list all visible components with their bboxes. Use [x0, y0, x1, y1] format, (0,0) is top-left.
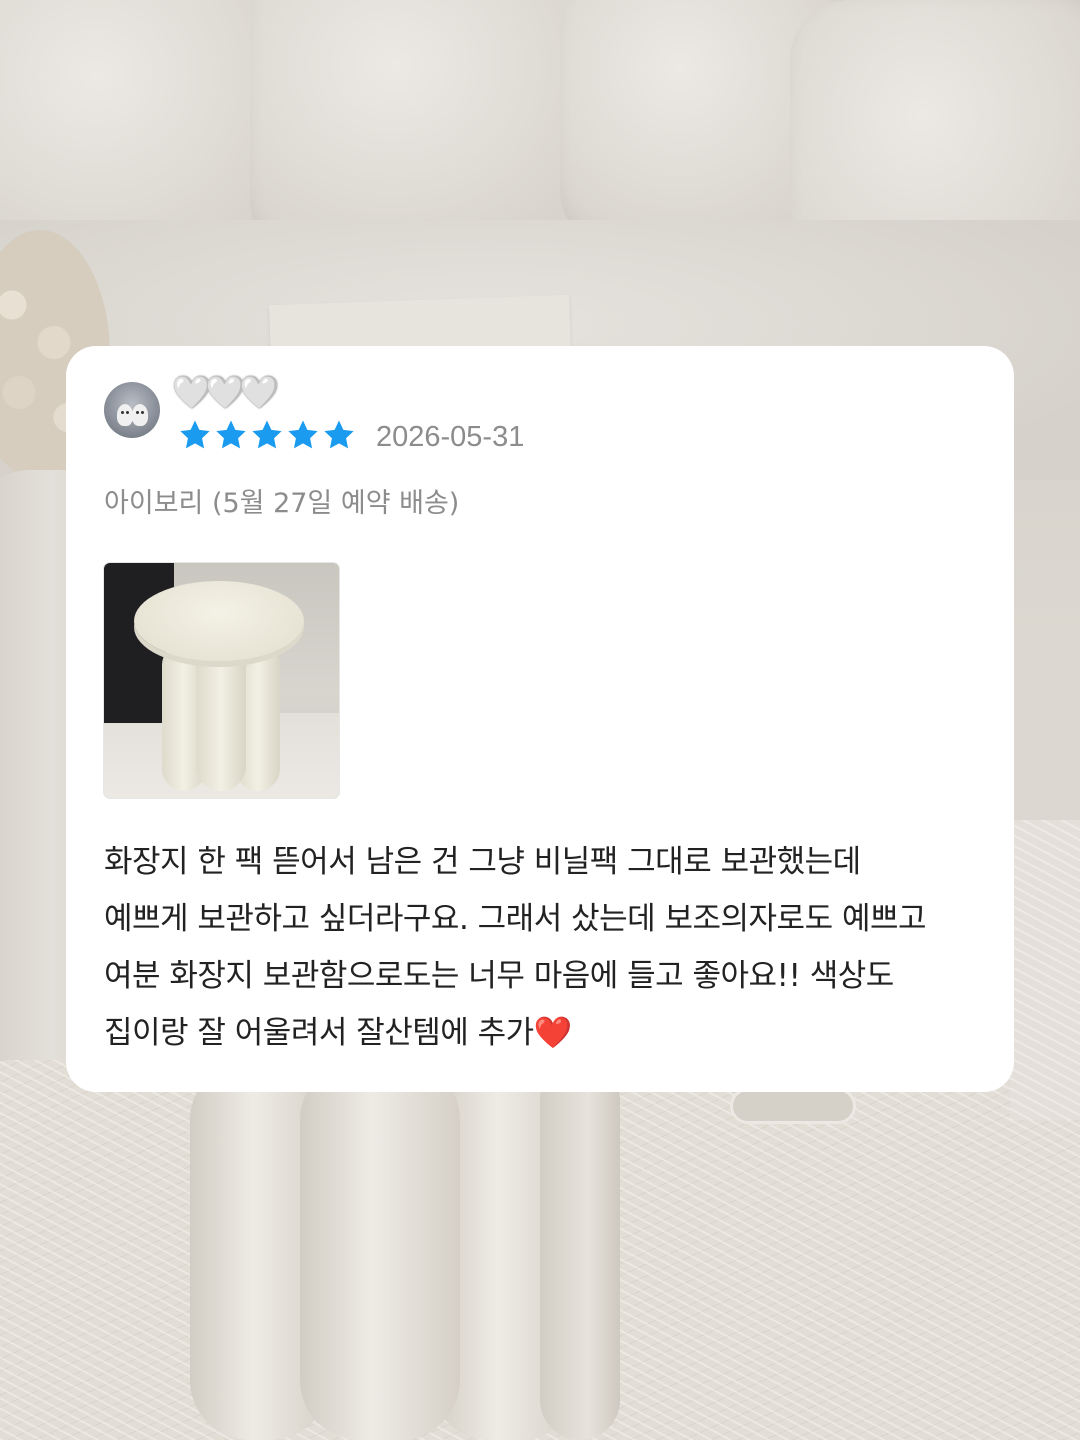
star-icon: [252, 420, 282, 449]
photo-stool-leg: [196, 643, 246, 791]
avatar-figure: [117, 404, 133, 426]
star-icon: [324, 420, 354, 449]
star-icon: [180, 420, 210, 449]
slipper: [730, 1088, 856, 1124]
avatar-figure: [132, 404, 148, 426]
table-leg: [300, 1060, 460, 1440]
review-photo[interactable]: [104, 563, 339, 798]
review-card: 🤍🤍🤍 2026-05-31 아이보리 (5월 27일 예약 배송) 화장지 한…: [66, 346, 1014, 1092]
review-date: 2026-05-31: [376, 421, 525, 453]
review-body: 화장지 한 팩 뜯어서 남은 건 그냥 비닐팩 그대로 보관했는데 예쁘게 보관…: [104, 844, 927, 1051]
photo-stool-top: [134, 581, 304, 661]
avatar[interactable]: [104, 382, 160, 438]
table-leg: [540, 1060, 620, 1440]
star-icon: [288, 420, 318, 449]
rug-edge: [1010, 820, 1080, 1120]
side-table-legs: [190, 1060, 620, 1440]
product-option: 아이보리 (5월 27일 예약 배송): [104, 488, 460, 519]
star-icon: [216, 420, 246, 449]
star-rating: [178, 418, 356, 456]
reviewer-name: 🤍🤍🤍: [172, 373, 280, 411]
